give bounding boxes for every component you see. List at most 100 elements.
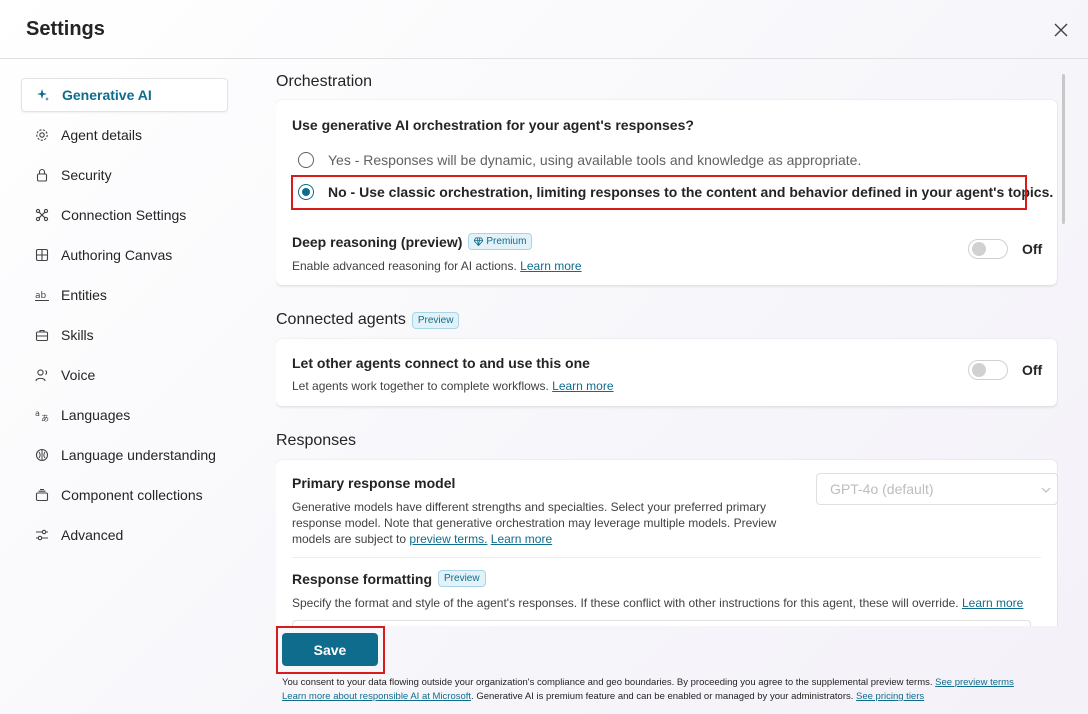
consent-text-1: You consent to your data flowing outside…: [282, 677, 933, 688]
sidebar-item-voice[interactable]: Voice: [21, 358, 228, 392]
connected-agents-header: Connected agents Preview: [276, 311, 460, 329]
grid-icon: [34, 247, 50, 263]
orchestration-card: Use generative AI orchestration for your…: [276, 100, 1057, 285]
lock-icon: [34, 167, 50, 183]
primary-model-desc-line2: response model. Note that generative orc…: [292, 516, 777, 530]
sidebar-item-languages[interactable]: aあ Languages: [21, 398, 228, 432]
pricing-tiers-link[interactable]: See pricing tiers: [856, 691, 924, 702]
premium-badge: Premium: [468, 233, 533, 250]
settings-content: Orchestration Use generative AI orchestr…: [276, 60, 1058, 626]
text-ab-icon: ab: [34, 287, 50, 303]
sidebar-item-label: Security: [61, 167, 112, 183]
connected-agents-card: Let other agents connect to and use this…: [276, 339, 1057, 406]
radio-option-yes[interactable]: Yes - Responses will be dynamic, using a…: [298, 152, 861, 168]
sidebar-item-label: Agent details: [61, 127, 142, 143]
formatting-desc-text: Specify the format and style of the agen…: [292, 596, 959, 610]
connected-agents-title: Connected agents: [276, 311, 406, 328]
brain-icon: [34, 447, 50, 463]
deep-reasoning-row: Deep reasoning (preview) Premium: [292, 233, 533, 250]
formatting-input[interactable]: [292, 620, 1031, 626]
sparkle-icon: [35, 87, 51, 103]
radio-no-label: No - Use classic orchestration, limiting…: [328, 184, 1054, 200]
svg-text:あ: あ: [41, 414, 49, 422]
formatting-row: Response formatting Preview: [292, 570, 486, 587]
orchestration-title: Orchestration: [276, 73, 373, 90]
chevron-down-icon: [1041, 487, 1051, 493]
sidebar-item-label: Authoring Canvas: [61, 247, 173, 263]
formatting-preview-badge: Preview: [438, 570, 486, 587]
connected-agents-desc: Let agents work together to complete wor…: [292, 378, 614, 394]
primary-model-desc-line1: Generative models have different strengt…: [292, 500, 767, 514]
divider: [292, 557, 1041, 558]
sidebar-item-label: Component collections: [61, 487, 203, 503]
responses-title: Responses: [276, 432, 357, 449]
consent-text: You consent to your data flowing outside…: [282, 676, 1072, 704]
dialog-header: Settings: [0, 0, 1088, 59]
sidebar-item-label: Connection Settings: [61, 207, 187, 223]
model-select[interactable]: GPT-4o (default): [816, 473, 1058, 505]
sidebar-item-security[interactable]: Security: [21, 158, 228, 192]
close-button[interactable]: [1050, 19, 1072, 41]
deep-reasoning-learn-more[interactable]: Learn more: [520, 259, 581, 273]
dialog-title: Settings: [26, 18, 105, 40]
primary-model-desc-line3: models are subject to: [292, 532, 407, 546]
save-button[interactable]: Save: [282, 633, 378, 666]
radio-option-no[interactable]: No - Use classic orchestration, limiting…: [298, 184, 1053, 200]
deep-reasoning-toggle-label: Off: [1022, 241, 1043, 257]
deep-reasoning-title: Deep reasoning (preview): [292, 233, 463, 250]
connected-agents-switch[interactable]: [968, 360, 1008, 380]
deep-reasoning-toggle[interactable]: Off: [968, 239, 1042, 259]
gear-icon: [34, 127, 50, 143]
close-icon: [1054, 23, 1068, 37]
sidebar-item-connection-settings[interactable]: Connection Settings: [21, 198, 228, 232]
sidebar-item-component-collections[interactable]: Component collections: [21, 478, 228, 512]
deep-reasoning-desc: Enable advanced reasoning for AI actions…: [292, 258, 582, 274]
translate-icon: aあ: [34, 407, 50, 423]
responses-card: Primary response model Generative models…: [276, 460, 1058, 626]
responsible-ai-link[interactable]: Learn more about responsible AI at Micro…: [282, 691, 471, 702]
person-voice-icon: [34, 367, 50, 383]
formatting-learn-more[interactable]: Learn more: [962, 596, 1023, 610]
briefcase-icon: [34, 327, 50, 343]
formatting-title: Response formatting: [292, 570, 433, 587]
connected-agents-question: Let other agents connect to and use this…: [292, 355, 590, 371]
consent-text-2: . Generative AI is premium feature and c…: [471, 691, 854, 702]
connected-agents-toggle-label: Off: [1022, 362, 1043, 378]
formatting-desc: Specify the format and style of the agen…: [292, 595, 1052, 611]
sidebar-item-generative-ai[interactable]: Generative AI: [21, 78, 228, 112]
preview-badge: Preview: [411, 311, 460, 329]
see-preview-terms-link[interactable]: See preview terms: [935, 677, 1014, 688]
scrollbar[interactable]: [1062, 74, 1065, 224]
sidebar-item-label: Entities: [61, 287, 107, 303]
premium-badge-label: Premium: [486, 236, 527, 247]
sidebar-item-skills[interactable]: Skills: [21, 318, 228, 352]
sidebar-item-label: Languages: [61, 407, 131, 423]
deep-reasoning-switch[interactable]: [968, 239, 1008, 259]
connected-agents-toggle[interactable]: Off: [968, 360, 1042, 380]
sidebar-item-label: Advanced: [61, 527, 124, 543]
sliders-icon: [34, 527, 50, 543]
sidebar-item-entities[interactable]: ab Entities: [21, 278, 228, 312]
deep-reasoning-desc-text: Enable advanced reasoning for AI actions…: [292, 259, 517, 273]
connection-icon: [34, 207, 50, 223]
collection-icon: [34, 487, 50, 503]
sidebar-item-label: Skills: [61, 327, 94, 343]
orchestration-question: Use generative AI orchestration for your…: [292, 117, 694, 133]
radio-yes[interactable]: [298, 152, 314, 168]
sidebar-item-label: Voice: [61, 367, 96, 383]
sidebar-item-authoring-canvas[interactable]: Authoring Canvas: [21, 238, 228, 272]
primary-model-learn-more[interactable]: Learn more: [491, 532, 552, 546]
primary-model-desc: Generative models have different strengt…: [292, 499, 792, 547]
sidebar-item-advanced[interactable]: Advanced: [21, 518, 228, 552]
sidebar: Generative AI Agent details Security Con…: [21, 78, 228, 558]
diamond-icon: [474, 237, 484, 246]
connected-agents-learn-more[interactable]: Learn more: [552, 379, 613, 393]
radio-no[interactable]: [298, 184, 314, 200]
sidebar-item-language-understanding[interactable]: Language understanding: [21, 438, 228, 472]
svg-text:a: a: [35, 409, 40, 418]
preview-terms-link[interactable]: preview terms.: [409, 532, 487, 546]
model-select-value: GPT-4o (default): [830, 481, 934, 497]
sidebar-item-agent-details[interactable]: Agent details: [21, 118, 228, 152]
connected-agents-desc-text: Let agents work together to complete wor…: [292, 379, 549, 393]
sidebar-item-label: Generative AI: [62, 87, 152, 103]
